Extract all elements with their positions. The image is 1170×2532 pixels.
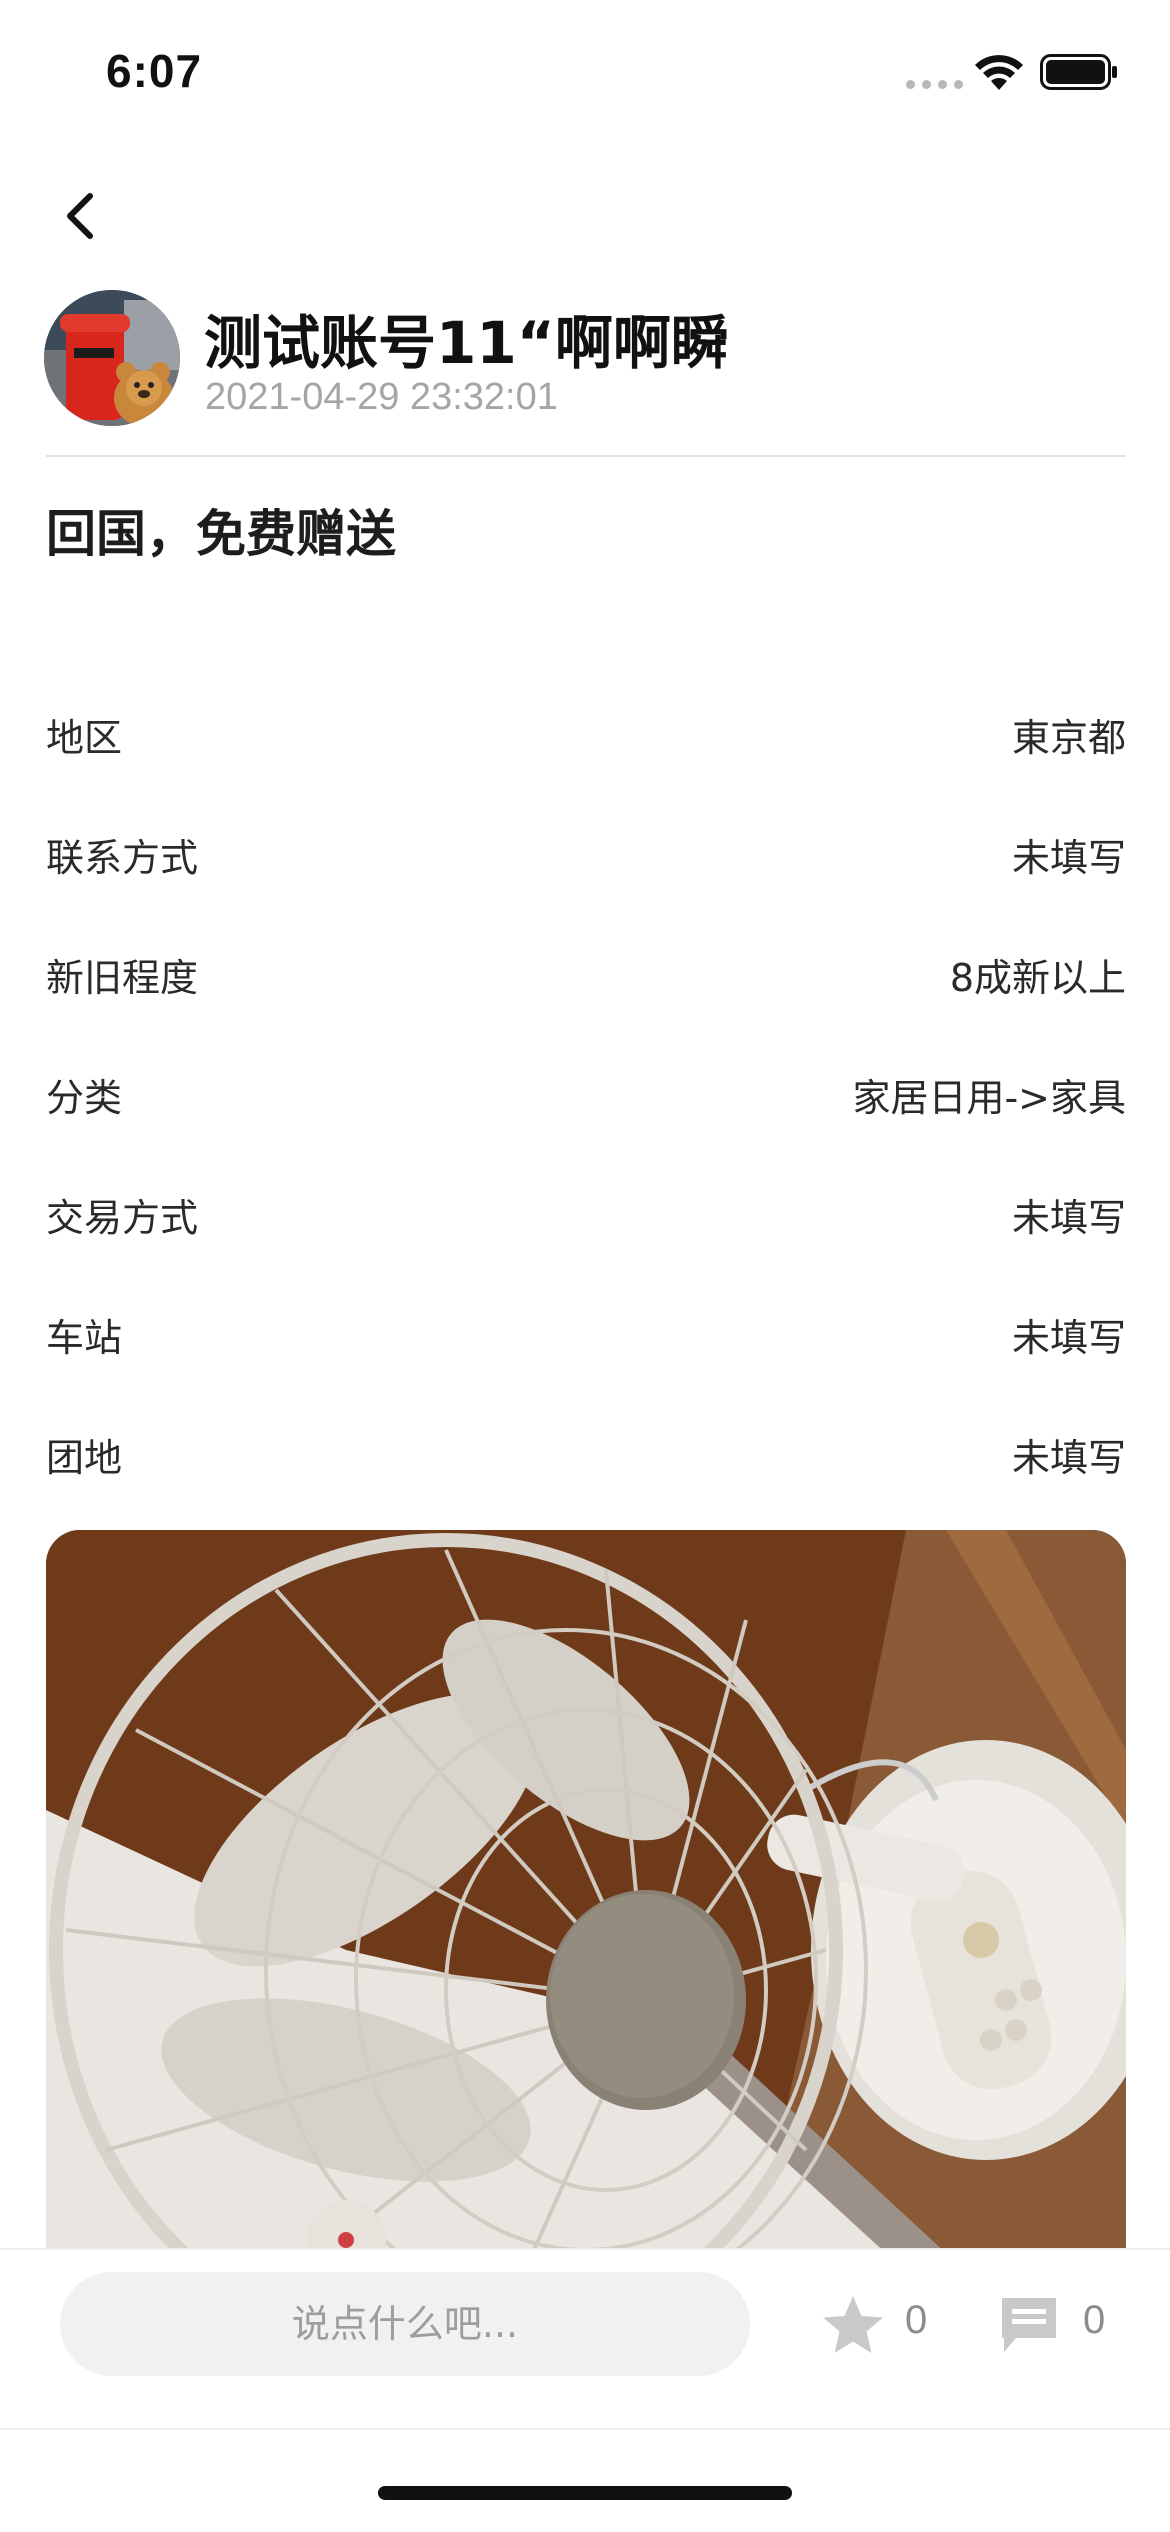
- detail-label: 交易方式: [46, 1195, 199, 1240]
- detail-row-complex: 团地 未填写: [46, 1394, 1126, 1514]
- comment-icon[interactable]: [996, 2292, 1062, 2358]
- avatar[interactable]: [44, 290, 180, 426]
- signal-icon: [906, 80, 963, 89]
- detail-row-station: 车站 未填写: [46, 1274, 1126, 1394]
- detail-row-region: 地区 東京都: [46, 674, 1126, 794]
- comment-count: 0: [1083, 2298, 1106, 2342]
- detail-label: 团地: [46, 1435, 123, 1480]
- detail-value: 未填写: [1011, 1435, 1126, 1480]
- star-icon[interactable]: [820, 2292, 886, 2358]
- like-count: 0: [905, 2298, 928, 2342]
- avatar-image: [44, 290, 180, 426]
- detail-row-contact: 联系方式 未填写: [46, 794, 1126, 914]
- detail-value: 未填写: [1011, 1195, 1126, 1240]
- detail-row-category: 分类 家居日用->家具: [46, 1034, 1126, 1154]
- battery-icon: [1040, 54, 1117, 90]
- author-name[interactable]: 测试账号11“啊啊瞬: [204, 296, 729, 380]
- status-bar: 6:07: [0, 0, 1170, 140]
- post-timestamp: 2021-04-29 23:32:01: [205, 376, 558, 418]
- post-detail-screen: 6:07 测试账号11“啊啊瞬 2021-04-29 23:32:01 回国，免…: [0, 0, 1170, 2532]
- detail-value: 8成新以上: [949, 955, 1126, 1000]
- comment-input[interactable]: [60, 2272, 750, 2376]
- bottom-action-bar: 0 0: [0, 2248, 1170, 2430]
- product-photo[interactable]: [46, 1530, 1126, 2290]
- detail-row-trade-method: 交易方式 未填写: [46, 1154, 1126, 1274]
- detail-value: 未填写: [1011, 835, 1126, 880]
- wifi-icon: [975, 55, 1023, 90]
- detail-value: 東京都: [1011, 715, 1126, 760]
- detail-value: 未填写: [1011, 1315, 1126, 1360]
- detail-label: 分类: [46, 1075, 123, 1120]
- detail-label: 新旧程度: [46, 955, 199, 1000]
- fan-image: [46, 1530, 1126, 2290]
- detail-row-condition: 新旧程度 8成新以上: [46, 914, 1126, 1034]
- back-button[interactable]: [52, 186, 112, 246]
- detail-label: 地区: [46, 715, 123, 760]
- detail-list: 地区 東京都 联系方式 未填写 新旧程度 8成新以上 分类 家居日用->家具 交…: [46, 674, 1126, 1514]
- divider: [0, 2428, 1170, 2430]
- detail-value: 家居日用->家具: [852, 1075, 1126, 1120]
- divider: [46, 455, 1126, 457]
- home-indicator[interactable]: [378, 2486, 792, 2500]
- detail-label: 联系方式: [46, 835, 199, 880]
- post-title: 回国，免费赠送: [46, 505, 396, 563]
- status-time: 6:07: [106, 45, 203, 97]
- detail-label: 车站: [46, 1315, 123, 1360]
